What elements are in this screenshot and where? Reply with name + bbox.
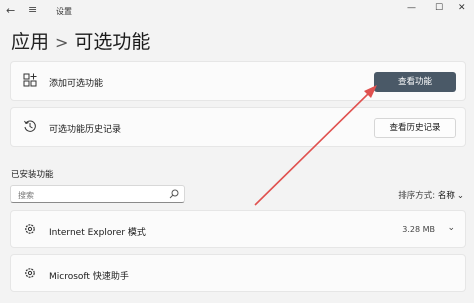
annotation-arrow: [254, 85, 377, 206]
